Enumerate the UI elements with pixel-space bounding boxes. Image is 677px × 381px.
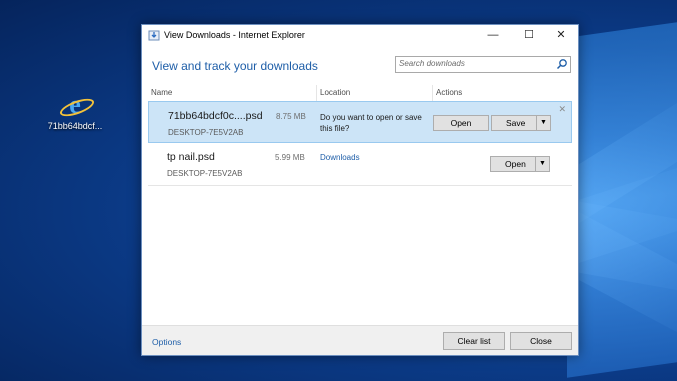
save-button-label: Save — [506, 118, 526, 128]
chevron-down-icon[interactable]: ▼ — [535, 157, 549, 171]
clear-list-button[interactable]: Clear list — [443, 332, 505, 350]
footer-bar: Options Clear list Close — [142, 325, 578, 355]
downloads-folder-link[interactable]: Downloads — [320, 153, 360, 162]
page-heading: View and track your downloads — [152, 59, 318, 73]
column-header-name[interactable]: Name — [151, 85, 315, 101]
file-size: 8.75 MB — [276, 112, 306, 121]
chevron-down-icon[interactable]: ▼ — [536, 116, 550, 130]
file-source-host: DESKTOP-7E5V2AB — [167, 169, 243, 178]
column-divider — [316, 85, 317, 101]
column-header-location[interactable]: Location — [320, 85, 432, 101]
options-link[interactable]: Options — [152, 337, 181, 347]
file-source-host: DESKTOP-7E5V2AB — [168, 128, 244, 137]
open-or-save-prompt: Do you want to open or save this file? — [320, 113, 422, 133]
column-header-actions: Actions — [436, 88, 463, 97]
save-split-button[interactable]: Save ▼ — [491, 115, 551, 131]
download-row[interactable]: tp nail.psd DESKTOP-7E5V2AB 5.99 MB Down… — [148, 143, 572, 186]
desktop-shortcut-label: 71bb64bdcf... — [47, 121, 103, 131]
window-title: View Downloads - Internet Explorer — [164, 30, 305, 40]
minimize-button[interactable]: — — [476, 25, 510, 45]
search-input[interactable]: Search downloads — [395, 56, 571, 73]
view-downloads-window: View Downloads - Internet Explorer — ☐ ✕… — [141, 24, 579, 356]
title-bar[interactable]: View Downloads - Internet Explorer — ☐ ✕ — [142, 25, 578, 45]
close-button[interactable]: Close — [510, 332, 572, 350]
open-button-label: Open — [505, 159, 526, 169]
file-size: 5.99 MB — [275, 153, 305, 162]
downloads-app-icon — [148, 30, 160, 41]
file-name: tp nail.psd — [167, 151, 215, 163]
windows-logo-panel — [567, 22, 677, 378]
column-divider — [432, 85, 433, 101]
download-row[interactable]: 71bb64bdcf0c....psd DESKTOP-7E5V2AB 8.75… — [148, 101, 572, 143]
search-icon[interactable] — [556, 58, 568, 70]
file-name: 71bb64bdcf0c....psd — [168, 110, 263, 122]
open-split-button[interactable]: Open ▼ — [490, 156, 550, 172]
open-button[interactable]: Open — [433, 115, 489, 131]
internet-explorer-icon: e — [57, 92, 97, 120]
close-window-button[interactable]: ✕ — [544, 25, 578, 45]
search-placeholder: Search downloads — [399, 59, 465, 68]
maximize-button[interactable]: ☐ — [512, 25, 546, 45]
desktop-shortcut[interactable]: e 71bb64bdcf... — [42, 92, 108, 132]
dismiss-icon[interactable]: ✕ — [558, 104, 566, 115]
